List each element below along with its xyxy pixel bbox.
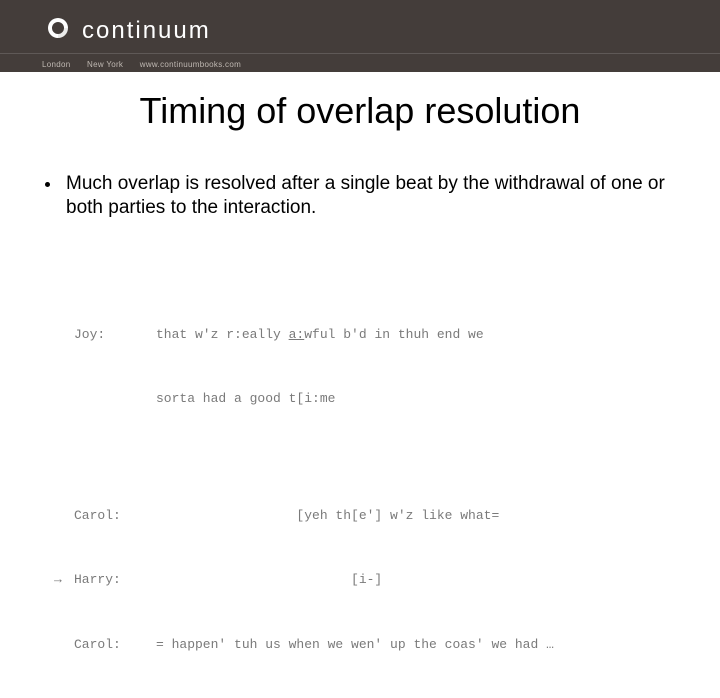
speaker-col: Harry: bbox=[74, 569, 156, 590]
bullet-list: Much overlap is resolved after a single … bbox=[62, 172, 676, 221]
utterance: [yeh th[e'] w'z like what= bbox=[156, 505, 686, 526]
bullet-item: Much overlap is resolved after a single … bbox=[62, 172, 676, 221]
transcript-row: Carol: [yeh th[e'] w'z like what= bbox=[54, 505, 686, 526]
arrow-col bbox=[54, 388, 74, 409]
continuum-logo-icon bbox=[42, 14, 74, 47]
utterance: sorta had a good t[i:me bbox=[156, 388, 686, 409]
arrow-col bbox=[54, 634, 74, 655]
utt-post: wful b'd in thuh end we bbox=[304, 327, 483, 342]
brand-logo: continuum bbox=[42, 14, 211, 47]
slide-content: Timing of overlap resolution Much overla… bbox=[0, 90, 720, 698]
header-bar: continuum London New York www.continuumb… bbox=[0, 0, 720, 72]
arrow-col bbox=[54, 324, 74, 345]
page-title: Timing of overlap resolution bbox=[24, 90, 696, 132]
arrow-col bbox=[54, 505, 74, 526]
speaker-col: Carol: bbox=[74, 634, 156, 655]
utt-u: a: bbox=[289, 327, 305, 342]
header-divider bbox=[0, 53, 720, 54]
speaker-col: Joy: bbox=[74, 324, 156, 345]
transcript-row: Carol: = happen' tuh us when we wen' up … bbox=[54, 634, 686, 655]
meta-city2: New York bbox=[87, 60, 123, 69]
utterance: [i-] bbox=[156, 569, 686, 590]
transcript-row: sorta had a good t[i:me bbox=[54, 388, 686, 409]
transcript-spacer bbox=[54, 452, 686, 462]
meta-url: www.continuumbooks.com bbox=[140, 60, 241, 69]
header-meta: London New York www.continuumbooks.com bbox=[42, 60, 255, 69]
utterance: = happen' tuh us when we wen' up the coa… bbox=[156, 634, 686, 655]
transcript-row: → Harry: [i-] bbox=[54, 569, 686, 590]
utt-pre: that w'z r:eally bbox=[156, 327, 289, 342]
meta-city1: London bbox=[42, 60, 71, 69]
arrow-col: → bbox=[54, 569, 74, 590]
speaker-col: Carol: bbox=[74, 505, 156, 526]
utterance: that w'z r:eally a:wful b'd in thuh end … bbox=[156, 324, 686, 345]
transcript: Joy: that w'z r:eally a:wful b'd in thuh… bbox=[54, 281, 686, 698]
brand-name: continuum bbox=[82, 17, 211, 45]
transcript-row: Joy: that w'z r:eally a:wful b'd in thuh… bbox=[54, 324, 686, 345]
speaker-col bbox=[74, 388, 156, 409]
